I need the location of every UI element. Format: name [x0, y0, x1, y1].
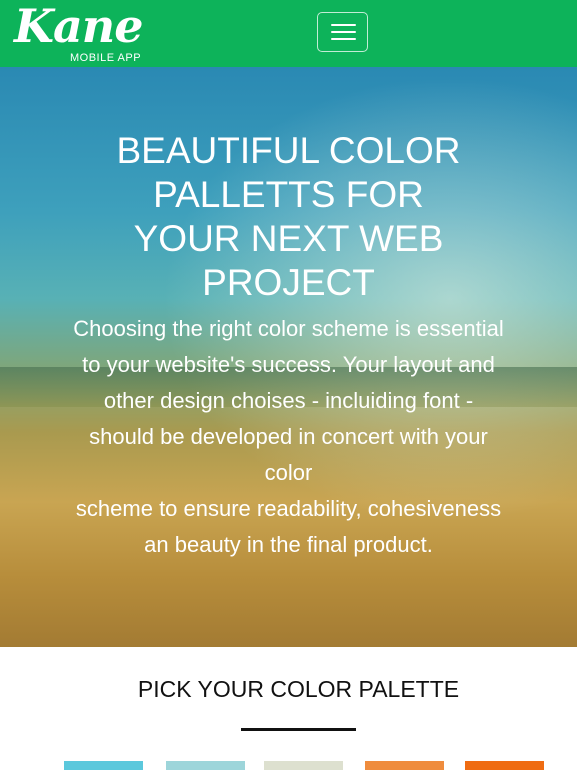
palette-swatch-5[interactable]: [465, 761, 544, 770]
hero-text-line: should be developed in concert with your: [89, 424, 488, 449]
hero-text-line: other design choises - incluiding font -: [103, 388, 474, 413]
hero-text-line: to your website's success. Your layout a…: [82, 352, 495, 377]
logo[interactable]: Kane MOBILE APP: [14, 0, 174, 67]
palette-swatch-3[interactable]: [264, 761, 343, 770]
menu-bar-icon: [331, 38, 356, 40]
hero-title-line: PALLETTS FOR: [153, 174, 424, 215]
menu-bar-icon: [331, 31, 356, 33]
hero-banner: BEAUTIFUL COLOR PALLETTS FOR YOUR NEXT W…: [0, 67, 577, 647]
hamburger-menu-button[interactable]: [317, 12, 368, 52]
hero-text-line: an beauty in the final product.: [144, 532, 433, 557]
logo-wordmark: Kane: [14, 0, 143, 53]
palette-swatch-1[interactable]: [64, 761, 143, 770]
hero-text-line: Choosing the right color scheme is essen…: [73, 316, 504, 341]
hero-title: BEAUTIFUL COLOR PALLETTS FOR YOUR NEXT W…: [60, 129, 517, 305]
top-navbar: Kane MOBILE APP: [0, 0, 577, 67]
hero-title-line: PROJECT: [202, 262, 375, 303]
palette-section-title: PICK YOUR COLOR PALETTE: [137, 676, 460, 702]
logo-subtitle: MOBILE APP: [70, 52, 142, 64]
hero-text-line: color: [264, 460, 313, 485]
hero-title-line: YOUR NEXT WEB: [133, 218, 444, 259]
palette-swatch-4[interactable]: [365, 761, 444, 770]
section-divider: [241, 728, 356, 731]
hero-description: Choosing the right color scheme is essen…: [30, 311, 547, 563]
hero-text-line: scheme to ensure readability, cohesivene…: [75, 496, 502, 521]
hero-title-line: BEAUTIFUL COLOR: [116, 130, 461, 171]
palette-swatch-2[interactable]: [166, 761, 245, 770]
menu-bar-icon: [331, 24, 356, 26]
